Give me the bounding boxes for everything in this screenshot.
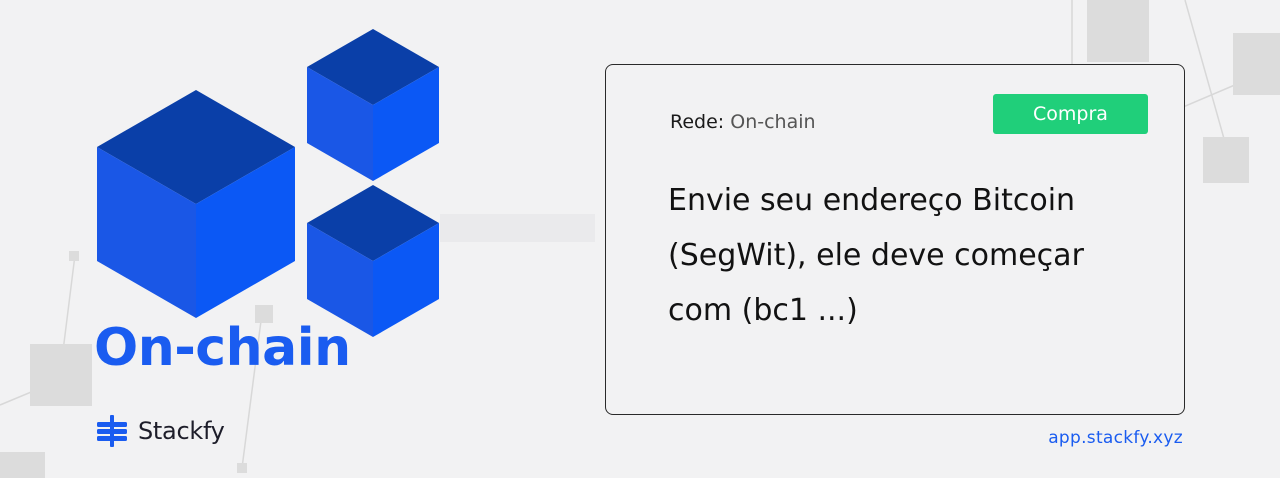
message-line: com (bc1 ...) <box>668 293 858 328</box>
stackfy-logo-icon <box>97 415 127 447</box>
page-title: On-chain <box>94 318 351 378</box>
message-line: (SegWit), ele deve começar <box>668 238 1084 273</box>
message-line: Envie seu endereço Bitcoin <box>668 183 1076 218</box>
instruction-message: Envie seu endereço Bitcoin (SegWit), ele… <box>668 173 1148 338</box>
network-value: On-chain <box>730 111 816 133</box>
purchase-badge: Compra <box>993 94 1148 134</box>
network-label: Rede: <box>670 111 725 133</box>
network-info: Rede: On-chain <box>670 111 816 133</box>
cube-icon <box>97 29 439 337</box>
info-card: Rede: On-chain Compra Envie seu endereço… <box>605 64 1185 415</box>
brand-logo: Stackfy <box>96 415 225 447</box>
site-url: app.stackfy.xyz <box>1048 428 1183 448</box>
brand-name: Stackfy <box>138 417 225 445</box>
